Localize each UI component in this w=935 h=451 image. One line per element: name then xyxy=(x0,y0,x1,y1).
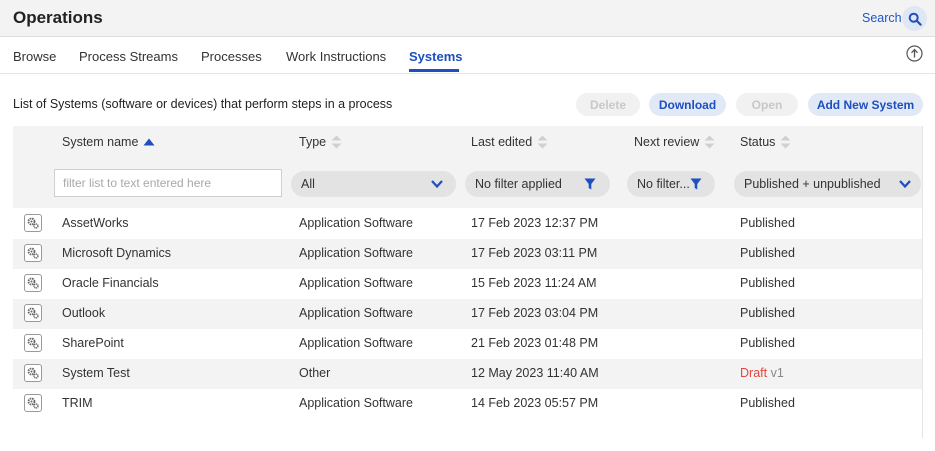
open-button[interactable]: Open xyxy=(736,93,798,116)
search-icon xyxy=(908,12,922,26)
status: Published xyxy=(740,216,795,230)
status-filter-value: Published + unpublished xyxy=(744,177,881,191)
gears-icon xyxy=(24,334,42,352)
system-name: SharePoint xyxy=(62,336,124,350)
gears-icon xyxy=(24,394,42,412)
column-label: System name xyxy=(62,135,139,149)
last-edited-filter[interactable]: No filter applied xyxy=(465,171,610,197)
status: Published xyxy=(740,306,795,320)
column-header-type[interactable]: Type xyxy=(299,135,342,149)
status-cell: Draft v1 xyxy=(740,366,784,380)
status: Published xyxy=(740,246,795,260)
column-header-next-review[interactable]: Next review xyxy=(634,135,715,149)
system-name: Microsoft Dynamics xyxy=(62,246,172,260)
table-row[interactable]: SharePoint Application Software 21 Feb 2… xyxy=(13,329,923,359)
system-type: Other xyxy=(299,366,331,380)
status: Published xyxy=(740,276,795,290)
type-filter-select[interactable]: All xyxy=(291,171,456,197)
grid-right-border xyxy=(922,126,923,438)
gears-icon xyxy=(24,214,42,232)
next-review-filter-value: No filter... xyxy=(637,177,690,191)
gears-icon xyxy=(24,304,42,322)
last-edited: 17 Feb 2023 12:37 PM xyxy=(471,216,599,230)
column-label: Type xyxy=(299,135,327,149)
status-filter-select[interactable]: Published + unpublished xyxy=(734,171,921,197)
sort-icon xyxy=(331,135,342,149)
table-row[interactable]: TRIM Application Software 14 Feb 2023 05… xyxy=(13,389,923,419)
system-name: TRIM xyxy=(62,396,93,410)
chevron-down-icon xyxy=(431,180,443,188)
status: Draft xyxy=(740,366,768,380)
table-row[interactable]: Microsoft Dynamics Application Software … xyxy=(13,239,923,269)
version-label: v1 xyxy=(770,366,784,380)
delete-button[interactable]: Delete xyxy=(576,93,640,116)
tab-systems[interactable]: Systems xyxy=(409,49,462,64)
last-edited: 14 Feb 2023 05:57 PM xyxy=(471,396,599,410)
column-label: Last edited xyxy=(471,135,533,149)
add-new-system-button[interactable]: Add New System xyxy=(808,93,923,116)
name-filter-input[interactable] xyxy=(54,169,282,197)
system-name: Outlook xyxy=(62,306,106,320)
system-name: AssetWorks xyxy=(62,216,129,230)
chevron-down-icon xyxy=(899,180,911,188)
last-edited: 17 Feb 2023 03:04 PM xyxy=(471,306,599,320)
download-button[interactable]: Download xyxy=(649,93,726,116)
tab-process-streams[interactable]: Process Streams xyxy=(79,49,178,64)
system-type: Application Software xyxy=(299,246,413,260)
tab-work-instructions[interactable]: Work Instructions xyxy=(286,49,386,64)
sort-icon xyxy=(537,135,548,149)
next-review-filter[interactable]: No filter... xyxy=(627,171,715,197)
last-edited: 17 Feb 2023 03:11 PM xyxy=(471,246,598,260)
sort-icon xyxy=(780,135,791,149)
last-edited: 15 Feb 2023 11:24 AM xyxy=(471,276,597,290)
last-edited: 12 May 2023 11:40 AM xyxy=(471,366,599,380)
active-tab-indicator xyxy=(409,69,459,72)
system-type: Application Software xyxy=(299,396,413,410)
table-row[interactable]: Outlook Application Software 17 Feb 2023… xyxy=(13,299,923,329)
top-bar: Operations Search xyxy=(0,0,935,37)
search-link[interactable]: Search xyxy=(862,11,902,25)
system-type: Application Software xyxy=(299,276,413,290)
type-filter-value: All xyxy=(301,177,315,191)
column-header-last-edited[interactable]: Last edited xyxy=(471,135,548,149)
app-title: Operations xyxy=(13,8,103,27)
system-type: Application Software xyxy=(299,336,413,350)
sort-ascending-icon xyxy=(143,138,155,146)
status: Published xyxy=(740,336,795,350)
table-row[interactable]: System Test Other 12 May 2023 11:40 AM D… xyxy=(13,359,923,389)
funnel-icon xyxy=(690,178,702,190)
table-row[interactable]: AssetWorks Application Software 17 Feb 2… xyxy=(13,209,923,239)
tab-browse[interactable]: Browse xyxy=(13,49,56,64)
table-row[interactable]: Oracle Financials Application Software 1… xyxy=(13,269,923,299)
column-header-status[interactable]: Status xyxy=(740,135,791,149)
system-name: Oracle Financials xyxy=(62,276,159,290)
upload-icon[interactable] xyxy=(906,45,923,62)
funnel-icon xyxy=(584,178,596,190)
gears-icon xyxy=(24,364,42,382)
system-name: System Test xyxy=(62,366,130,380)
column-label: Next review xyxy=(634,135,700,149)
column-label: Status xyxy=(740,135,776,149)
last-edited: 21 Feb 2023 01:48 PM xyxy=(471,336,599,350)
search-button[interactable] xyxy=(902,6,927,31)
tab-processes[interactable]: Processes xyxy=(201,49,262,64)
status: Published xyxy=(740,396,795,410)
gears-icon xyxy=(24,274,42,292)
system-type: Application Software xyxy=(299,216,413,230)
gears-icon xyxy=(24,244,42,262)
list-description: List of Systems (software or devices) th… xyxy=(13,97,393,111)
last-edited-filter-value: No filter applied xyxy=(475,177,562,191)
column-header-system-name[interactable]: System name xyxy=(62,135,155,149)
system-type: Application Software xyxy=(299,306,413,320)
sort-icon xyxy=(704,135,715,149)
